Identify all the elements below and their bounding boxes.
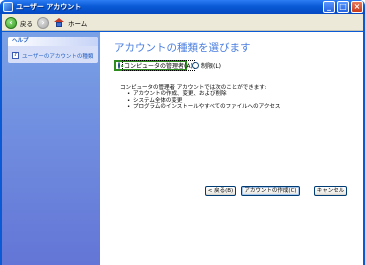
limited-radio[interactable]: [192, 62, 199, 69]
maximize-button[interactable]: □: [337, 1, 349, 13]
sidebar: ヘルプ ? ユーザーのアカウントの種類: [2, 32, 100, 265]
user-accounts-window: ユーザー アカウント _ □ × ‹ 戻る › ホーム ヘルプ ? ユーザーのア…: [0, 0, 365, 265]
capability-list: アカウントの作成、変更、および削除 システム全体の変更 プログラムのインストール…: [127, 91, 350, 110]
limited-label: 制限(L): [201, 63, 222, 70]
main-panel: アカウントの種類を選びます コンピュータの管理者(A) 制限(L) コンピュータ…: [100, 32, 363, 265]
help-header: ヘルプ: [8, 37, 98, 46]
toolbar: ‹ 戻る › ホーム: [2, 14, 363, 31]
back-arrow-icon: ‹: [5, 16, 17, 29]
admin-option[interactable]: コンピュータの管理者(A): [114, 60, 195, 71]
window-title: ユーザー アカウント: [16, 3, 82, 11]
help-link-account-types[interactable]: ? ユーザーのアカウントの種類: [12, 51, 98, 60]
forward-arrow-icon: ›: [37, 16, 49, 29]
back-step-button[interactable]: < 戻る(B): [205, 186, 236, 196]
client-area: ヘルプ ? ユーザーのアカウントの種類 アカウントの種類を選びます コンピュータ…: [2, 32, 363, 265]
limited-option[interactable]: 制限(L): [192, 60, 221, 71]
help-link-label: ユーザーのアカウントの種類: [22, 53, 94, 60]
home-icon: [54, 17, 65, 28]
home-label: ホーム: [68, 19, 88, 28]
back-button[interactable]: ‹ 戻る: [5, 16, 33, 29]
help-icon: ?: [12, 52, 19, 59]
title-bar[interactable]: ユーザー アカウント _ □ ×: [0, 0, 365, 14]
home-button[interactable]: ホーム: [54, 16, 87, 29]
forward-button[interactable]: ›: [37, 16, 49, 29]
list-item: プログラムのインストールやすべてのファイルへのアクセス: [127, 104, 350, 111]
minimize-button[interactable]: _: [323, 1, 335, 13]
admin-radio[interactable]: [118, 62, 123, 69]
user-accounts-icon: [3, 2, 13, 12]
back-label: 戻る: [20, 19, 33, 28]
help-panel: ヘルプ ? ユーザーのアカウントの種類: [8, 37, 98, 63]
description: コンピュータの管理者 アカウントでは次のことができます: アカウントの作成、変更…: [120, 85, 350, 110]
create-account-button[interactable]: アカウントの作成(C): [241, 186, 300, 196]
page-title: アカウントの種類を選びます: [114, 42, 251, 54]
cancel-button[interactable]: キャンセル: [314, 186, 347, 196]
close-button[interactable]: ×: [351, 1, 363, 13]
admin-label: コンピュータの管理者(A): [122, 60, 195, 71]
